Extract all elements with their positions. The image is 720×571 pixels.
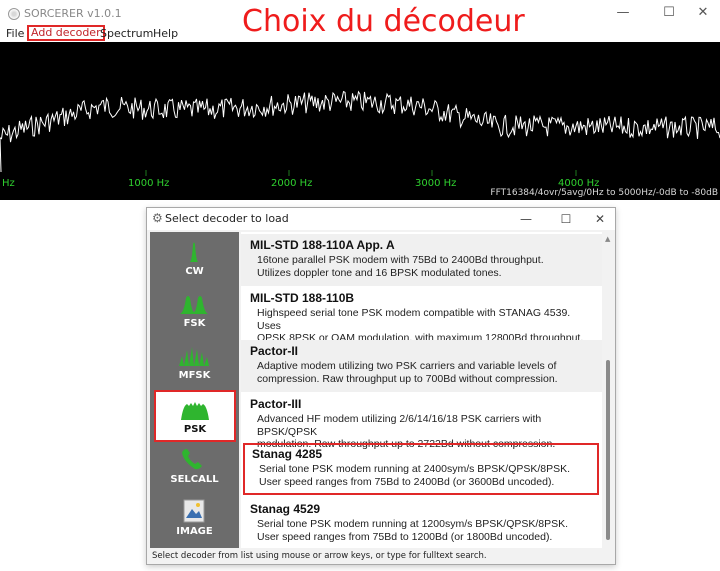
- app-title: SORCERER v1.0.1: [24, 7, 122, 20]
- select-decoder-dialog: ⚙ Select decoder to load — ☐ ✕ CW FSK MF…: [146, 207, 616, 565]
- category-label: SELCALL: [170, 474, 219, 485]
- dialog-close-button[interactable]: ✕: [587, 209, 613, 229]
- dialog-minimize-button[interactable]: —: [513, 209, 539, 229]
- psk-icon: [181, 402, 209, 420]
- category-psk[interactable]: PSK: [154, 390, 236, 442]
- decoder-list: MIL-STD 188-110A App. A 16tone parallel …: [241, 232, 602, 548]
- gear-icon: ⚙: [152, 211, 163, 225]
- dialog-maximize-button[interactable]: ☐: [553, 209, 579, 229]
- app-logo-icon: [8, 8, 20, 20]
- scroll-thumb[interactable]: [606, 360, 610, 540]
- menu-bar: File Add decoder Spectrum Help: [0, 25, 720, 42]
- decoder-name: Stanag 4529: [250, 502, 321, 516]
- decoder-description: Serial tone PSK modem running at 1200sym…: [257, 518, 569, 543]
- menu-file[interactable]: File: [6, 27, 24, 41]
- close-button[interactable]: ✕: [688, 3, 718, 23]
- category-label: IMAGE: [176, 526, 213, 537]
- decoder-description: 16tone parallel PSK modem with 75Bd to 2…: [257, 254, 544, 279]
- category-selcall[interactable]: SELCALL: [150, 442, 239, 494]
- fsk-icon: [180, 296, 208, 314]
- dialog-title: Select decoder to load: [165, 212, 289, 225]
- category-cw[interactable]: CW: [150, 234, 239, 286]
- category-label: CW: [185, 266, 204, 277]
- scroll-up-arrow-icon[interactable]: ▲: [605, 235, 610, 243]
- decoder-name: MIL-STD 188-110A App. A: [250, 238, 395, 252]
- decoder-name: Pactor-III: [250, 397, 302, 411]
- selcall-phone-icon: [182, 449, 202, 470]
- status-text: Select decoder from list using mouse or …: [152, 551, 487, 561]
- category-label: FSK: [183, 318, 206, 329]
- decoder-item[interactable]: MIL-STD 188-110A App. A 16tone parallel …: [241, 234, 602, 286]
- category-image[interactable]: IMAGE: [150, 494, 239, 546]
- freq-label-0: Hz: [2, 178, 15, 189]
- fft-info: FFT16384/4ovr/5avg/0Hz to 5000Hz/-0dB to…: [490, 188, 718, 198]
- maximize-button[interactable]: ☐: [654, 3, 684, 23]
- menu-add-decoder[interactable]: Add decoder: [27, 25, 105, 41]
- category-mfsk[interactable]: MFSK: [150, 338, 239, 390]
- decoder-name: Pactor-II: [250, 344, 299, 358]
- decoder-description: Adaptive modem utilizing two PSK carrier…: [257, 360, 558, 385]
- image-icon: [183, 499, 205, 523]
- freq-label-3000: 3000 Hz: [415, 178, 457, 189]
- category-fsk[interactable]: FSK: [150, 286, 239, 338]
- dialog-titlebar[interactable]: ⚙ Select decoder to load — ☐ ✕: [147, 208, 615, 230]
- mfsk-icon: [179, 347, 209, 366]
- spectrum-trace-area: [0, 90, 720, 176]
- category-sidebar: CW FSK MFSK PSK SELCALL IMAGE: [150, 232, 239, 548]
- decoder-item[interactable]: Pactor-III Advanced HF modem utilizing 2…: [241, 393, 602, 450]
- decoder-item-highlighted[interactable]: Stanag 4285 Serial tone PSK modem runnin…: [243, 443, 599, 495]
- decoder-item[interactable]: MIL-STD 188-110B Highspeed serial tone P…: [241, 287, 602, 344]
- spectrum-display[interactable]: Hz 1000 Hz 2000 Hz 3000 Hz 4000 Hz FFT16…: [0, 42, 720, 200]
- decoder-item[interactable]: Stanag 4529 Serial tone PSK modem runnin…: [241, 498, 602, 548]
- menu-help[interactable]: Help: [153, 27, 178, 41]
- decoder-description: Highspeed serial tone PSK modem compatib…: [257, 307, 584, 344]
- category-label: MFSK: [178, 370, 211, 381]
- decoder-name: Stanag 4285: [252, 447, 323, 461]
- minimize-button[interactable]: —: [608, 3, 638, 23]
- decoder-item[interactable]: Pactor-II Adaptive modem utilizing two P…: [241, 340, 602, 392]
- list-scrollbar[interactable]: ▲: [603, 232, 613, 548]
- freq-label-1000: 1000 Hz: [128, 178, 170, 189]
- cw-icon: [179, 242, 209, 262]
- decoder-description: Serial tone PSK modem running at 2400sym…: [259, 463, 571, 488]
- category-label: PSK: [183, 424, 207, 435]
- menu-spectrum[interactable]: Spectrum: [100, 27, 153, 41]
- decoder-name: MIL-STD 188-110B: [250, 291, 355, 305]
- freq-label-2000: 2000 Hz: [271, 178, 313, 189]
- spectrum-trace: [0, 90, 720, 173]
